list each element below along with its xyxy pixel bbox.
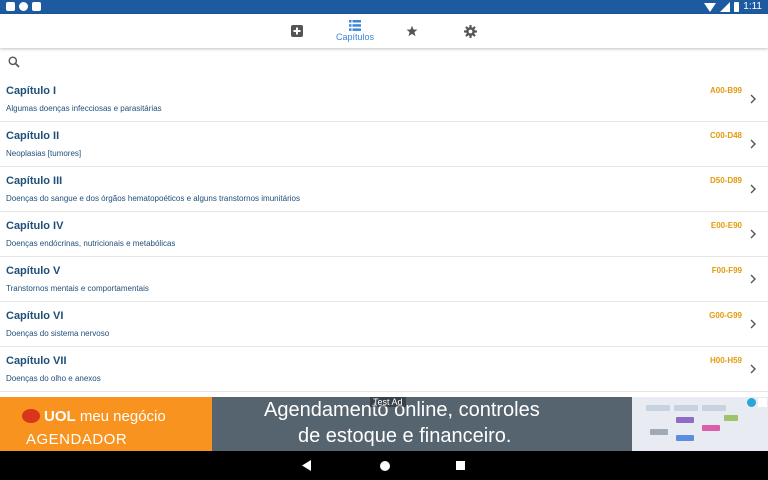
list-icon (349, 20, 361, 31)
chapter-code-range: F00-F99 (711, 266, 742, 275)
chapter-row[interactable]: Capítulo III Doenças do sangue e dos órg… (0, 167, 768, 212)
search-input[interactable] (26, 54, 750, 74)
tab-add[interactable] (288, 14, 306, 48)
tab-settings[interactable] (461, 14, 479, 48)
chapter-title: Capítulo III (6, 175, 63, 187)
battery-icon (734, 2, 740, 12)
chevron-right-icon (750, 139, 756, 149)
chevron-right-icon (750, 184, 756, 194)
chevron-right-icon (750, 319, 756, 329)
ad-headline-2: de estoque e financeiro. (298, 425, 512, 447)
ad-banner[interactable]: UOL meu negócio AGENDADOR Agendamento on… (0, 397, 768, 451)
chapter-code-range: D50-D89 (709, 176, 742, 185)
chapter-title: Capítulo I (6, 85, 57, 97)
recent-apps-icon[interactable] (456, 461, 465, 470)
ad-message-panel: Agendamento online, controles de estoque… (212, 397, 632, 451)
ad-brand-sub: AGENDADOR (26, 431, 128, 448)
chapter-row[interactable]: Capítulo IV Doenças endócrinas, nutricio… (0, 212, 768, 257)
chapter-description: Neoplasias [tumores] (6, 149, 82, 158)
gear-icon (463, 24, 477, 38)
star-icon (406, 25, 418, 37)
a-notification-icon (6, 2, 15, 11)
chapter-title: Capítulo IV (6, 220, 64, 232)
chapter-code-range: A00-B99 (709, 86, 742, 95)
tab-chapters[interactable]: Capítulos (334, 14, 376, 48)
chevron-right-icon (750, 94, 756, 104)
chapter-description: Transtornos mentais e comportamentais (6, 284, 149, 293)
plus-square-icon (291, 25, 303, 37)
chapter-description: Doenças do olho e anexos (6, 374, 101, 383)
chapter-title: Capítulo II (6, 130, 60, 142)
back-icon[interactable] (302, 460, 312, 471)
chapter-title: Capítulo VI (6, 310, 64, 322)
status-bar: 1:11 (0, 0, 768, 14)
chapter-code-range: H00-H59 (709, 356, 742, 365)
chapter-description: Doenças endócrinas, nutricionais e metab… (6, 239, 176, 248)
ad-brand-panel: UOL meu negócio AGENDADOR (0, 397, 212, 451)
circle-notification-icon (19, 2, 28, 11)
chapter-code-range: C00-D48 (709, 131, 742, 140)
chapter-row[interactable]: Capítulo V Transtornos mentais e comport… (0, 257, 768, 302)
chapter-list: Capítulo I Algumas doenças infecciosas e… (0, 77, 768, 392)
chevron-right-icon (750, 364, 756, 374)
home-icon[interactable] (380, 461, 390, 471)
clock: 1:11 (743, 1, 762, 12)
file-notification-icon (32, 2, 41, 11)
chapter-row[interactable]: Capítulo VI Doenças do sistema nervoso G… (0, 302, 768, 347)
chapter-row[interactable]: Capítulo II Neoplasias [tumores] C00-D48 (0, 122, 768, 167)
search-bar (0, 52, 768, 74)
chapter-description: Algumas doenças infecciosas e parasitári… (6, 104, 162, 113)
system-nav-bar (0, 451, 768, 480)
tab-chapters-label: Capítulos (335, 32, 375, 42)
chapter-code-range: E00-E90 (710, 221, 742, 230)
top-tab-bar: Capítulos (0, 14, 768, 48)
ad-brand: UOL meu negócio (44, 408, 166, 425)
tab-favorites[interactable] (403, 14, 421, 48)
search-icon (8, 56, 20, 68)
chapter-description: Doenças do sistema nervoso (6, 329, 110, 338)
chapter-title: Capítulo V (6, 265, 61, 277)
chevron-right-icon (750, 274, 756, 284)
chapter-row[interactable]: Capítulo VII Doenças do olho e anexos H0… (0, 347, 768, 392)
ad-info-icon[interactable] (747, 398, 756, 407)
chapter-row[interactable]: Capítulo I Algumas doenças infecciosas e… (0, 77, 768, 122)
test-ad-label: Test Ad (370, 397, 406, 407)
wifi-icon (704, 2, 717, 12)
chapter-title: Capítulo VII (6, 355, 67, 367)
chevron-right-icon (750, 229, 756, 239)
ad-close-icon[interactable] (758, 398, 767, 407)
uol-logo-icon (22, 409, 40, 423)
chapter-description: Doenças do sangue e dos órgãos hematopoé… (6, 194, 300, 203)
signal-icon (720, 2, 731, 12)
chapter-code-range: G00-G99 (709, 311, 742, 320)
